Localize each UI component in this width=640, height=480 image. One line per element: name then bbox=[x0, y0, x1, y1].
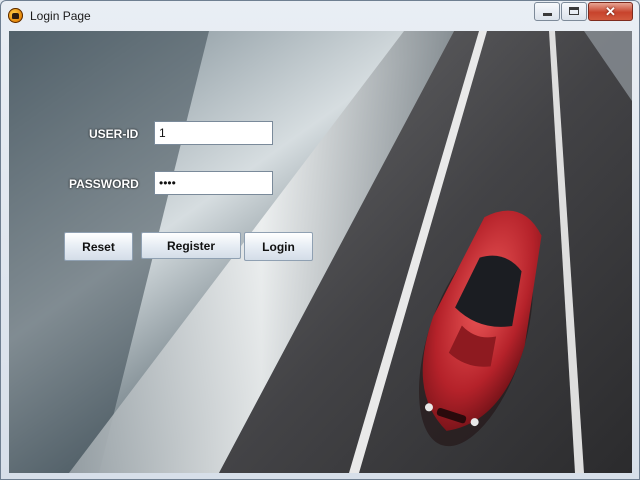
window-title: Login Page bbox=[30, 9, 91, 23]
password-field[interactable] bbox=[154, 171, 273, 195]
close-button[interactable]: ✕ bbox=[588, 2, 633, 21]
maximize-icon bbox=[569, 7, 579, 15]
userid-field[interactable] bbox=[154, 121, 273, 145]
minimize-icon bbox=[543, 13, 552, 16]
userid-label: USER-ID bbox=[89, 127, 139, 141]
close-icon: ✕ bbox=[605, 4, 616, 19]
register-button[interactable]: Register bbox=[141, 232, 241, 259]
reset-button[interactable]: Reset bbox=[64, 232, 133, 261]
password-label: PASSWORD bbox=[69, 177, 139, 191]
app-icon bbox=[8, 8, 23, 23]
maximize-button[interactable] bbox=[561, 2, 587, 21]
minimize-button[interactable] bbox=[534, 2, 560, 21]
login-window: Login Page ✕ USER-ID 1 PASSWORD Reset Re… bbox=[0, 0, 640, 480]
title-bar[interactable]: Login Page ✕ bbox=[1, 1, 639, 31]
login-button[interactable]: Login bbox=[244, 232, 313, 261]
content-panel: USER-ID PASSWORD Reset Register Login bbox=[9, 31, 632, 473]
